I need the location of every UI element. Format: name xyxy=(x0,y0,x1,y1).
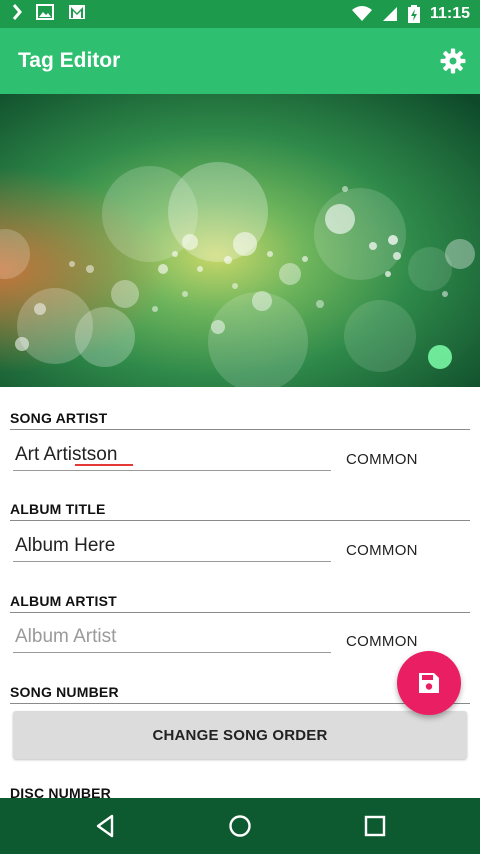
album-title-common-button[interactable]: COMMON xyxy=(346,542,418,559)
status-notifications xyxy=(12,4,86,20)
wifi-icon xyxy=(351,6,372,21)
recents-icon[interactable] xyxy=(361,812,389,840)
home-icon[interactable] xyxy=(226,812,254,840)
gmail-icon xyxy=(69,5,85,19)
signal-icon xyxy=(382,7,397,21)
divider xyxy=(10,703,470,704)
battery-charging-icon xyxy=(407,5,420,23)
status-time: 11:15 xyxy=(429,5,470,22)
save-icon xyxy=(419,673,439,693)
gear-icon[interactable] xyxy=(440,48,466,74)
divider xyxy=(10,429,470,430)
tag-form: SONG ARTIST COMMON ALBUM TITLE COMMON AL… xyxy=(0,387,480,798)
spellcheck-underline xyxy=(75,464,133,466)
song-artist-label: SONG ARTIST xyxy=(10,410,108,426)
save-button[interactable] xyxy=(397,651,461,715)
song-artist-common-button[interactable]: COMMON xyxy=(346,451,418,468)
divider xyxy=(10,612,470,613)
album-artist-field[interactable] xyxy=(13,622,331,653)
status-system: 11:15 xyxy=(351,4,470,24)
chevron-right-icon xyxy=(12,4,22,20)
status-bar: 11:15 xyxy=(0,0,480,28)
album-title-label: ALBUM TITLE xyxy=(10,501,106,517)
change-song-order-button[interactable]: CHANGE SONG ORDER xyxy=(13,711,467,759)
divider xyxy=(10,520,470,521)
album-artist-label: ALBUM ARTIST xyxy=(10,593,117,609)
album-title-field[interactable] xyxy=(13,531,331,562)
song-artist-field[interactable] xyxy=(13,440,331,471)
image-icon xyxy=(36,4,54,20)
song-number-label: SONG NUMBER xyxy=(10,684,119,700)
album-artist-common-button[interactable]: COMMON xyxy=(346,633,418,650)
page-title: Tag Editor xyxy=(18,49,121,72)
album-artwork[interactable] xyxy=(0,94,480,387)
app-bar: Tag Editor xyxy=(0,28,480,94)
disc-number-label: DISC NUMBER xyxy=(10,785,111,798)
navigation-bar xyxy=(0,798,480,854)
back-icon[interactable] xyxy=(92,812,120,840)
